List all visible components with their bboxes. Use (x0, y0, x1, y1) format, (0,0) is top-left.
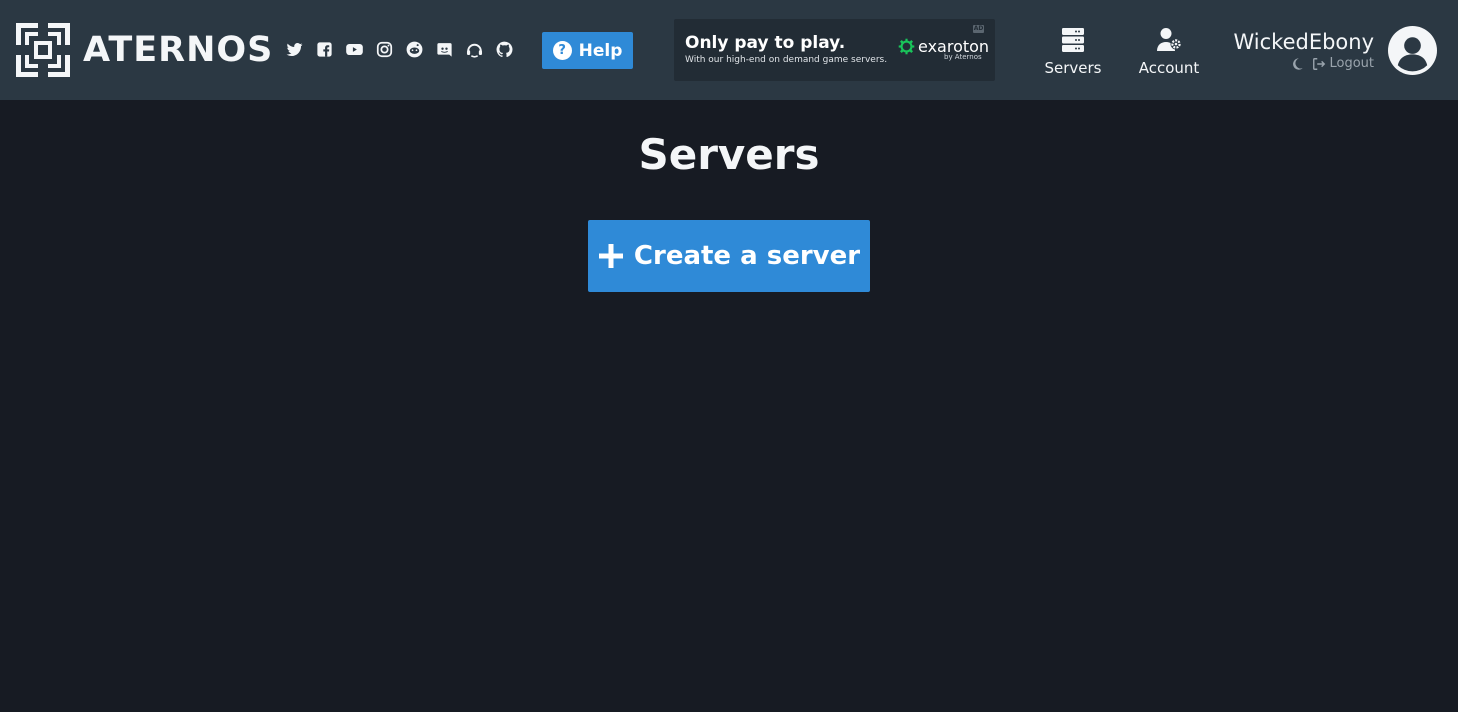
facebook-icon[interactable] (314, 39, 335, 60)
teamspeak-icon[interactable] (464, 39, 485, 60)
create-server-button[interactable]: Create a server (588, 220, 870, 292)
plus-icon (598, 244, 623, 268)
aternos-logo[interactable]: ATERNOS (16, 23, 273, 77)
ad-badge: AD (973, 25, 984, 33)
user-actions: Logout (1233, 56, 1374, 71)
exaroton-logo-icon (898, 38, 915, 55)
nav-account[interactable]: Account (1136, 27, 1202, 77)
instagram-icon[interactable] (374, 39, 395, 60)
social-links (284, 39, 515, 60)
server-stack-icon (1062, 28, 1084, 52)
nav-servers[interactable]: Servers (1043, 27, 1103, 77)
page-title: Servers (638, 130, 820, 179)
user-menu: WickedEbony Logout (1233, 29, 1374, 71)
user-avatar-icon[interactable] (1388, 26, 1437, 75)
help-button-label: Help (578, 40, 623, 61)
dark-mode-moon-icon[interactable] (1290, 57, 1304, 71)
logo-text: ATERNOS (83, 30, 274, 70)
top-header: ATERNOS ? Help Only pay to play. With ou… (0, 0, 1458, 100)
exaroton-brand-by: by Aternos (944, 53, 982, 61)
nav-account-label: Account (1138, 59, 1200, 77)
ad-subtitle: With our high-end on demand game servers… (685, 55, 888, 65)
help-button[interactable]: ? Help (542, 32, 633, 69)
youtube-icon[interactable] (344, 39, 365, 60)
logout-icon (1313, 57, 1326, 70)
aternos-logo-icon (16, 23, 70, 77)
create-server-label: Create a server (633, 241, 861, 271)
github-icon[interactable] (494, 39, 515, 60)
logout-label: Logout (1329, 56, 1374, 71)
username[interactable]: WickedEbony (1233, 29, 1374, 55)
reddit-icon[interactable] (404, 39, 425, 60)
question-circle-icon: ? (552, 41, 572, 60)
logout-link[interactable]: Logout (1312, 56, 1374, 71)
nav-servers-label: Servers (1044, 59, 1102, 77)
ad-title: Only pay to play. (685, 33, 846, 53)
user-gear-icon (1157, 28, 1182, 51)
exaroton-ad-banner[interactable]: Only pay to play. With our high-end on d… (674, 19, 995, 81)
twitter-icon[interactable] (284, 39, 305, 60)
discord-icon[interactable] (434, 39, 455, 60)
